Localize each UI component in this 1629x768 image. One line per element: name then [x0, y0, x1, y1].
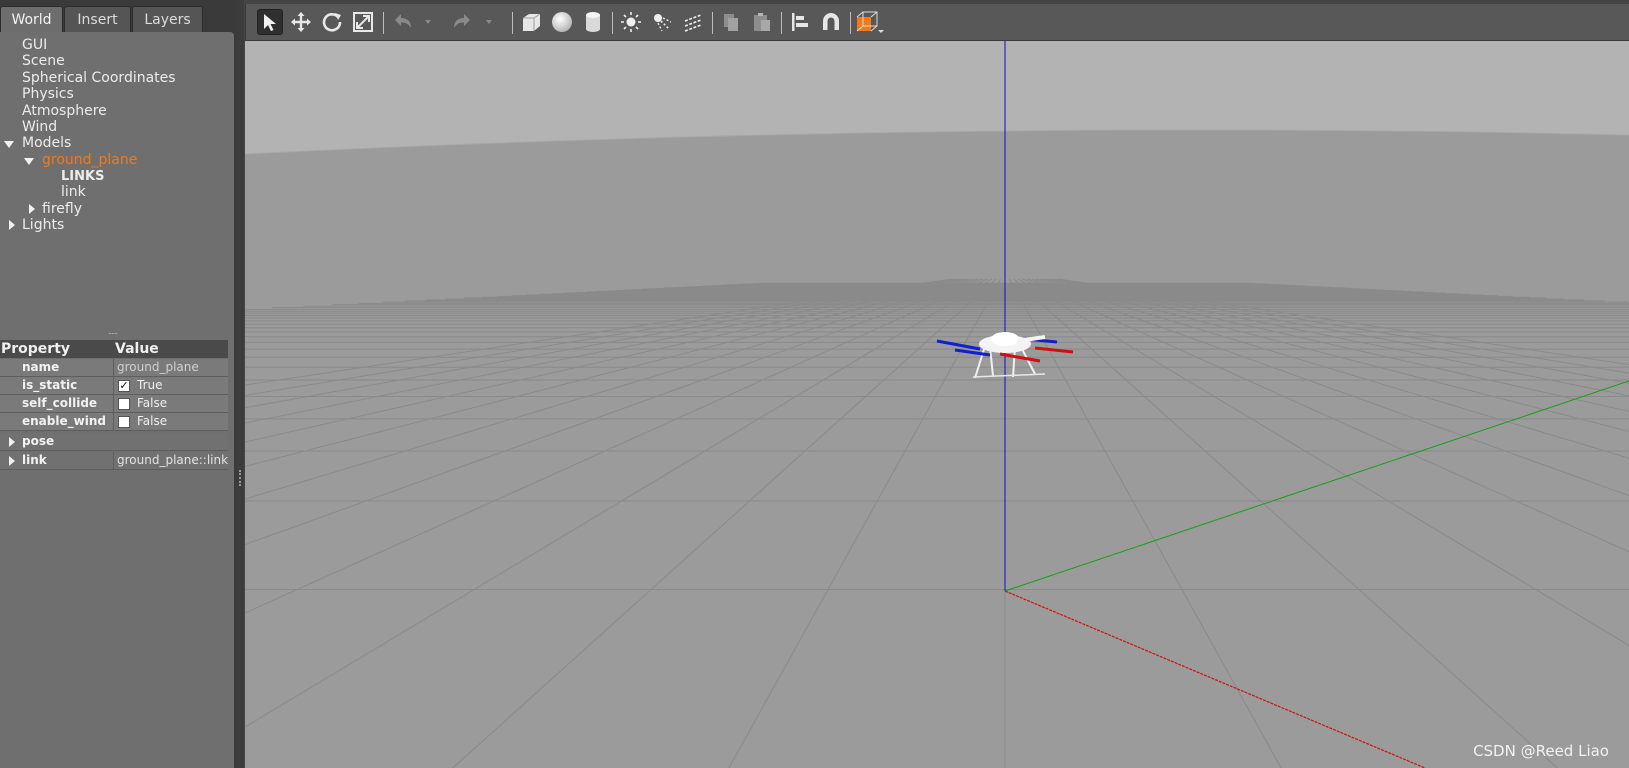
header-property: Property	[1, 341, 71, 357]
tree-item-models[interactable]: Models	[22, 135, 71, 152]
rotate-icon	[322, 13, 342, 32]
expand-link-icon[interactable]	[9, 456, 15, 466]
cylinder-icon	[586, 12, 600, 32]
arrow-cursor-icon	[264, 14, 276, 31]
property-row-is-static: is_static ✓ True	[0, 377, 228, 395]
point-light-icon	[621, 12, 641, 32]
align-left-icon	[792, 13, 808, 31]
view-angle-button[interactable]	[854, 9, 886, 35]
property-row-pose[interactable]: pose	[0, 433, 228, 451]
box-icon	[523, 13, 541, 31]
redo-icon	[454, 14, 470, 28]
tab-world[interactable]: World	[0, 6, 63, 32]
scale-mode-button[interactable]	[350, 9, 376, 35]
property-key-name: name	[22, 360, 60, 374]
property-value-enable-wind: False	[137, 414, 168, 428]
property-table-header: Property Value	[0, 340, 228, 358]
gazebo-window: World Insert Layers GUI Scene Spherical …	[0, 0, 1629, 768]
property-key-pose: pose	[22, 434, 55, 448]
panel-splitter-handle[interactable]: ......	[108, 328, 126, 336]
redo-history-dropdown[interactable]	[481, 9, 497, 35]
tab-layers[interactable]: Layers	[132, 6, 203, 32]
tree-item-links-heading: LINKS	[61, 169, 105, 184]
world-tree: GUI Scene Spherical Coordinates Physics …	[0, 32, 234, 336]
property-key-self-collide: self_collide	[22, 396, 98, 410]
watermark: CSDN @Reed Liao	[1473, 742, 1609, 760]
tree-item-spherical-coordinates[interactable]: Spherical Coordinates	[22, 70, 176, 87]
vertical-splitter[interactable]	[236, 0, 244, 768]
copy-icon	[724, 14, 738, 31]
insert-directional-light-button[interactable]	[680, 9, 706, 35]
tree-item-physics[interactable]: Physics	[22, 86, 74, 103]
property-value-is-static: True	[137, 378, 163, 392]
property-row-name: name ground_plane	[0, 359, 228, 377]
scene-render	[245, 41, 1629, 768]
directional-light-icon	[684, 14, 702, 32]
expand-ground-plane-icon[interactable]	[24, 158, 34, 165]
tree-item-ground-plane[interactable]: ground_plane	[42, 152, 137, 169]
header-value: Value	[115, 341, 159, 357]
insert-sphere-button[interactable]	[549, 9, 575, 35]
property-row-self-collide: self_collide False	[0, 395, 228, 413]
insert-cylinder-button[interactable]	[580, 9, 606, 35]
x-axis-line	[1004, 590, 1426, 768]
enable-wind-checkbox[interactable]	[118, 416, 130, 428]
property-row-link[interactable]: link ground_plane::link	[0, 452, 228, 470]
property-value-link: ground_plane::link	[117, 453, 229, 467]
magnet-icon	[823, 13, 839, 30]
tree-item-link[interactable]: link	[61, 184, 86, 201]
expand-models-icon[interactable]	[4, 141, 14, 148]
undo-button[interactable]	[389, 9, 415, 35]
snap-button[interactable]	[818, 9, 844, 35]
is-static-checkbox[interactable]: ✓	[118, 380, 130, 392]
undo-icon	[395, 14, 411, 28]
property-key-is-static: is_static	[22, 378, 78, 392]
chevron-down-icon	[425, 20, 431, 24]
sphere-icon	[552, 12, 572, 32]
undo-history-dropdown[interactable]	[420, 9, 436, 35]
spot-light-icon	[654, 14, 672, 32]
tree-item-atmosphere[interactable]: Atmosphere	[22, 103, 107, 120]
property-value-name[interactable]: ground_plane	[117, 359, 199, 376]
property-key-link: link	[22, 453, 47, 467]
tree-item-firefly[interactable]: firefly	[42, 201, 82, 218]
tree-item-gui[interactable]: GUI	[22, 37, 47, 54]
scale-icon	[353, 12, 373, 32]
insert-box-button[interactable]	[518, 9, 544, 35]
property-row-enable-wind: enable_wind False	[0, 413, 228, 431]
select-mode-button[interactable]	[257, 9, 283, 35]
paste-icon	[754, 13, 770, 31]
copy-button[interactable]	[718, 9, 744, 35]
toolbar	[245, 4, 1629, 41]
property-value-self-collide: False	[137, 396, 168, 410]
insert-spot-light-button[interactable]	[649, 9, 675, 35]
expand-pose-icon[interactable]	[9, 437, 15, 447]
panel-tabs: World Insert Layers	[0, 6, 236, 32]
expand-firefly-icon[interactable]	[29, 204, 35, 214]
3d-viewport[interactable]: CSDN @Reed Liao	[245, 41, 1629, 768]
tree-item-wind[interactable]: Wind	[22, 119, 57, 136]
rotate-mode-button[interactable]	[319, 9, 345, 35]
align-button[interactable]	[787, 9, 813, 35]
ground-grid	[245, 278, 1629, 768]
tab-insert[interactable]: Insert	[64, 6, 131, 32]
paste-button[interactable]	[749, 9, 775, 35]
insert-point-light-button[interactable]	[618, 9, 644, 35]
splitter-grip[interactable]	[239, 470, 243, 486]
redo-button[interactable]	[450, 9, 476, 35]
view-angle-cube-icon	[856, 11, 884, 33]
property-pane: Property Value name ground_plane is_stat…	[0, 336, 234, 768]
tree-item-scene[interactable]: Scene	[22, 53, 65, 70]
self-collide-checkbox[interactable]	[118, 398, 130, 410]
move-arrows-icon	[291, 12, 311, 32]
left-panel: World Insert Layers GUI Scene Spherical …	[0, 0, 236, 768]
expand-lights-icon[interactable]	[9, 220, 15, 230]
tree-item-lights[interactable]: Lights	[22, 217, 64, 234]
chevron-down-icon	[486, 20, 492, 24]
translate-mode-button[interactable]	[288, 9, 314, 35]
y-axis-line	[1004, 380, 1629, 592]
property-key-enable-wind: enable_wind	[22, 414, 106, 428]
